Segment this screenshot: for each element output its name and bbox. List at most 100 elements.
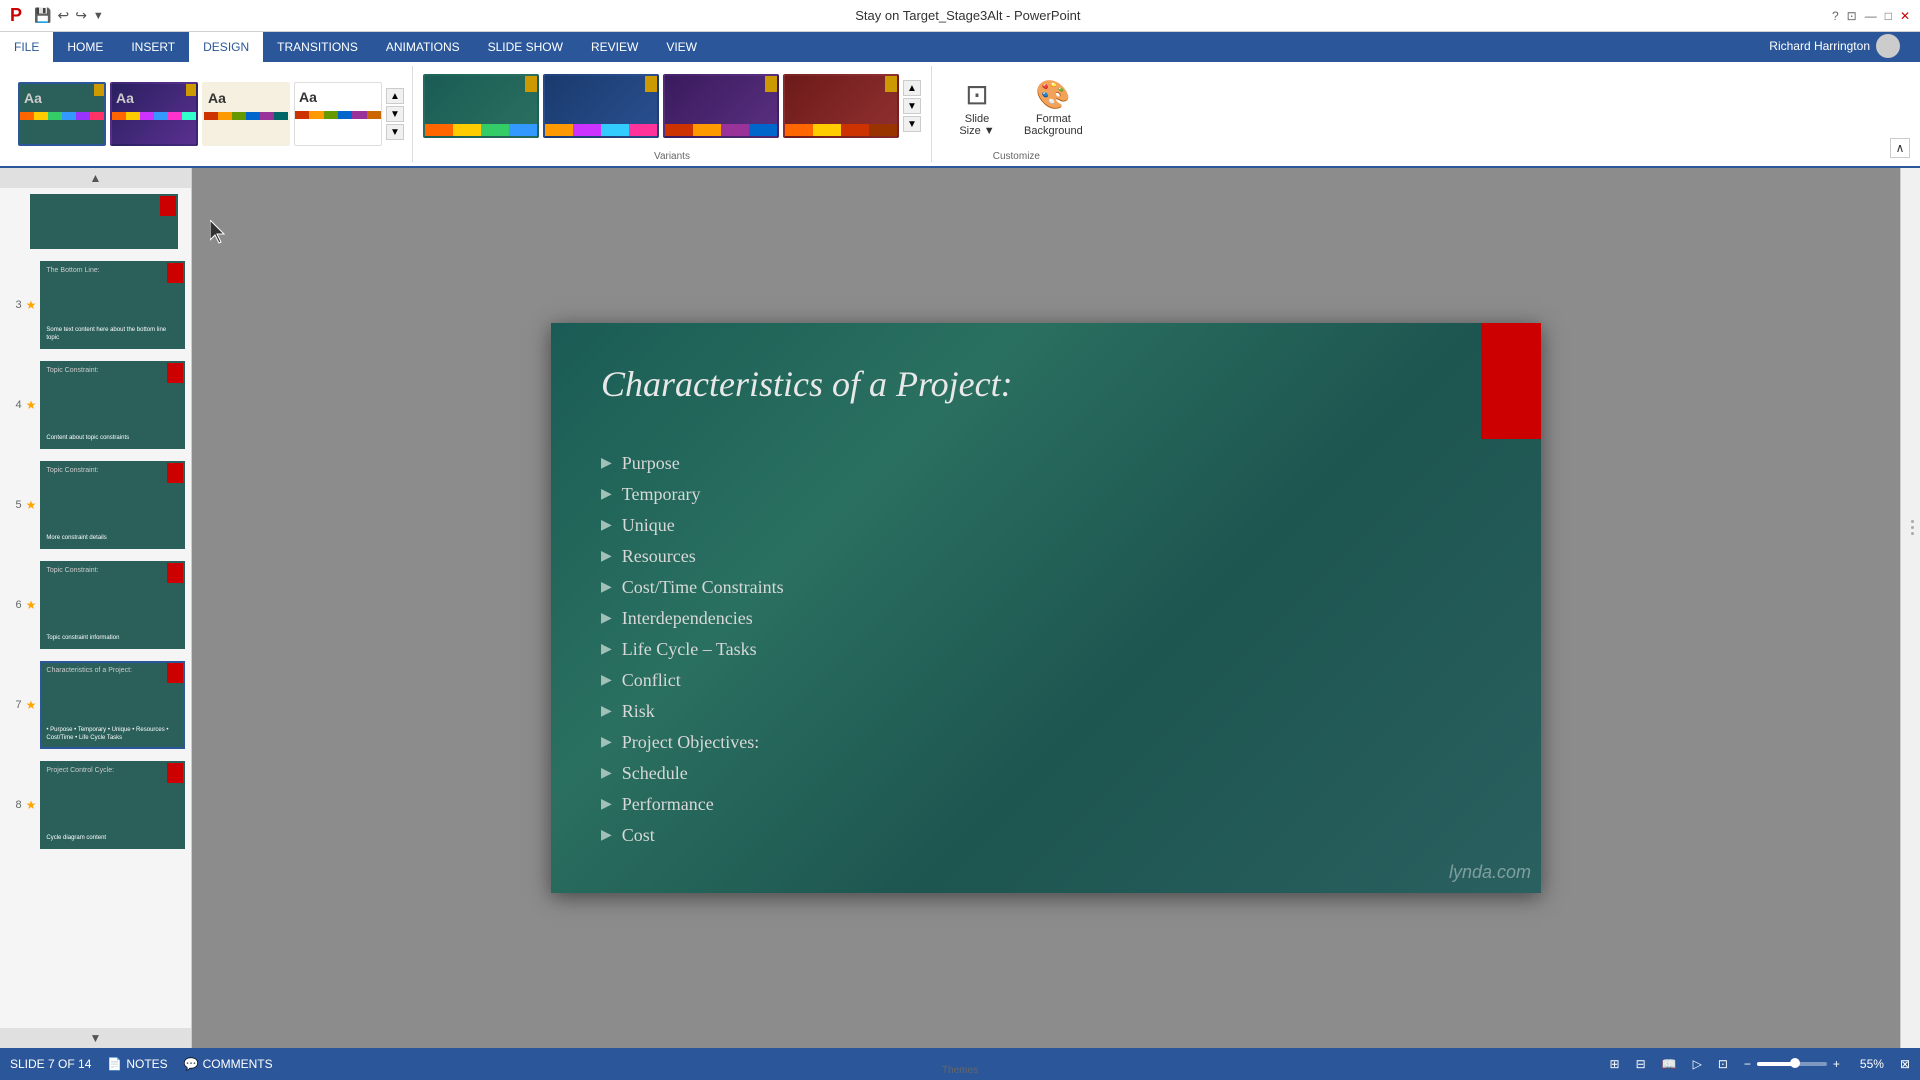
variant-1[interactable] (423, 74, 539, 138)
slide-thumb-2[interactable] (30, 194, 178, 249)
zoom-thumb[interactable] (1790, 1058, 1800, 1068)
maximize-button[interactable]: □ (1885, 9, 1892, 23)
themes-label: Themes (942, 1061, 978, 1076)
slide-item-5[interactable]: 5 ★ Topic Constraint: More constraint de… (4, 459, 187, 551)
tab-review[interactable]: REVIEW (577, 32, 652, 62)
bullet-arrow-7: ▶ (601, 641, 612, 658)
bullet-arrow-12: ▶ (601, 796, 612, 813)
bullet-text-12: Performance (622, 794, 714, 815)
slide-size-button[interactable]: ⊡ SlideSize ▼ (942, 74, 1012, 141)
slide-item-6[interactable]: 6 ★ Topic Constraint: Topic constraint i… (4, 559, 187, 651)
zoom-slider[interactable]: − + (1744, 1057, 1844, 1071)
tab-insert[interactable]: INSERT (117, 32, 189, 62)
slide-thumb-7[interactable]: Characteristics of a Project: • Purpose … (40, 661, 185, 749)
bullet-temporary: ▶ Temporary (601, 484, 784, 505)
bullet-arrow-10: ▶ (601, 734, 612, 751)
bullet-arrow-4: ▶ (601, 548, 612, 565)
variant-2[interactable] (543, 74, 659, 138)
zoom-track[interactable] (1757, 1062, 1827, 1066)
slide-sorter-button[interactable]: ⊟ (1636, 1057, 1646, 1071)
tab-view[interactable]: VIEW (652, 32, 711, 62)
themes-group: Aa Aa (8, 66, 413, 162)
ribbon-collapse-button[interactable]: ∧ (1890, 138, 1910, 158)
slide-item-3[interactable]: 3 ★ The Bottom Line: Some text content h… (4, 259, 187, 351)
slide-info: SLIDE 7 OF 14 (10, 1057, 91, 1071)
normal-view-button[interactable]: ⊞ (1610, 1057, 1620, 1071)
redo-button[interactable]: ↪ (75, 7, 87, 24)
tab-animations[interactable]: ANIMATIONS (372, 32, 474, 62)
slide-panel-scroll-down[interactable]: ▼ (0, 1028, 191, 1048)
reading-view-button[interactable]: 📖 (1662, 1057, 1677, 1071)
help-button[interactable]: ? (1832, 9, 1839, 23)
variant-scroll-up[interactable]: ▲ (903, 80, 921, 96)
format-background-button[interactable]: 🎨 FormatBackground (1016, 74, 1091, 141)
theme-4[interactable]: Aa (294, 82, 382, 146)
canvas-area[interactable]: Characteristics of a Project: ▶ Purpose … (192, 168, 1900, 1048)
theme-3[interactable]: Aa (202, 82, 290, 146)
save-button[interactable]: 💾 (34, 7, 51, 24)
slide-item-8[interactable]: 8 ★ Project Control Cycle: Cycle diagram… (4, 759, 187, 851)
customize-quick-access[interactable]: ▼ (93, 10, 104, 22)
bullet-text-5: Cost/Time Constraints (622, 577, 784, 598)
tab-file[interactable]: FILE (0, 32, 53, 62)
status-bar-right: ⊞ ⊟ 📖 ▷ ⊡ − + 55% ⊠ (1610, 1057, 1910, 1071)
customize-group: ⊡ SlideSize ▼ 🎨 FormatBackground Customi… (932, 66, 1101, 162)
window-title: Stay on Target_Stage3Alt - PowerPoint (104, 8, 1832, 23)
variant-scroll-down[interactable]: ▼ (903, 98, 921, 114)
bullet-arrow-13: ▶ (601, 827, 612, 844)
slide-4-text: Content about topic constraints (46, 435, 179, 443)
title-bar: P 💾 ↩ ↪ ▼ Stay on Target_Stage3Alt - Pow… (0, 0, 1920, 32)
slideshow-icon: ▷ (1693, 1057, 1702, 1071)
bullet-text-3: Unique (622, 515, 675, 536)
watermark: lynda.com (1449, 862, 1531, 883)
undo-button[interactable]: ↩ (57, 7, 69, 24)
tab-transitions[interactable]: TRANSITIONS (263, 32, 372, 62)
tab-design[interactable]: DESIGN (189, 32, 263, 62)
slide-item-4[interactable]: 4 ★ Topic Constraint: Content about topi… (4, 359, 187, 451)
bullet-text-2: Temporary (622, 484, 701, 505)
zoom-out-icon[interactable]: − (1744, 1057, 1751, 1071)
minimize-button[interactable]: — (1865, 9, 1877, 23)
variant-4[interactable] (783, 74, 899, 138)
slide-thumb-5[interactable]: Topic Constraint: More constraint detail… (40, 461, 185, 549)
slide-thumb-4[interactable]: Topic Constraint: Content about topic co… (40, 361, 185, 449)
tab-slideshow[interactable]: SLIDE SHOW (474, 32, 577, 62)
main-area: ▲ 3 ★ The Bottom Line: Some text content… (0, 168, 1920, 1048)
theme-2[interactable]: Aa (110, 82, 198, 146)
bullet-text-10: Project Objectives: (622, 732, 759, 753)
format-background-label: FormatBackground (1024, 113, 1083, 137)
slide-number-4: 4 (6, 399, 22, 411)
restore-button[interactable]: ⊡ (1847, 9, 1857, 23)
slideshow-button[interactable]: ▷ (1693, 1057, 1702, 1071)
slide-thumb-6[interactable]: Topic Constraint: Topic constraint infor… (40, 561, 185, 649)
slide-thumb-3[interactable]: The Bottom Line: Some text content here … (40, 261, 185, 349)
slide-star-7: ★ (26, 698, 37, 712)
variant-scroll: ▲ ▼ ▼ (903, 80, 921, 132)
slide-thumb-8[interactable]: Project Control Cycle: Cycle diagram con… (40, 761, 185, 849)
notes-button[interactable]: 📄 NOTES (107, 1057, 167, 1071)
comments-button[interactable]: 💬 COMMENTS (184, 1057, 273, 1071)
zoom-in-icon[interactable]: + (1833, 1057, 1840, 1071)
bullet-arrow-5: ▶ (601, 579, 612, 596)
theme-scroll-up[interactable]: ▲ (386, 88, 404, 104)
main-slide[interactable]: Characteristics of a Project: ▶ Purpose … (551, 323, 1541, 893)
fit-zoom-button[interactable]: ⊠ (1900, 1057, 1910, 1071)
theme-1[interactable]: Aa (18, 82, 106, 146)
slide-item-2[interactable] (4, 192, 187, 251)
notes-icon: 📄 (107, 1057, 122, 1071)
fit-page-button[interactable]: ⊡ (1718, 1057, 1728, 1071)
tab-home[interactable]: HOME (53, 32, 117, 62)
variant-3[interactable] (663, 74, 779, 138)
powerpoint-logo: P (10, 5, 22, 26)
theme-more[interactable]: ▼ (386, 124, 404, 140)
slide-item-7[interactable]: 7 ★ Characteristics of a Project: • Purp… (4, 659, 187, 751)
slide-star-8: ★ (26, 798, 37, 812)
reading-view-icon: 📖 (1662, 1057, 1677, 1071)
theme-scroll-down[interactable]: ▼ (386, 106, 404, 122)
slide-5-title: Topic Constraint: (42, 467, 183, 474)
variant-more[interactable]: ▼ (903, 116, 921, 132)
bullet-cost-time: ▶ Cost/Time Constraints (601, 577, 784, 598)
slide-panel-scroll-up[interactable]: ▲ (0, 168, 191, 188)
close-button[interactable]: ✕ (1900, 9, 1910, 23)
fit-page-icon: ⊡ (1718, 1057, 1728, 1071)
